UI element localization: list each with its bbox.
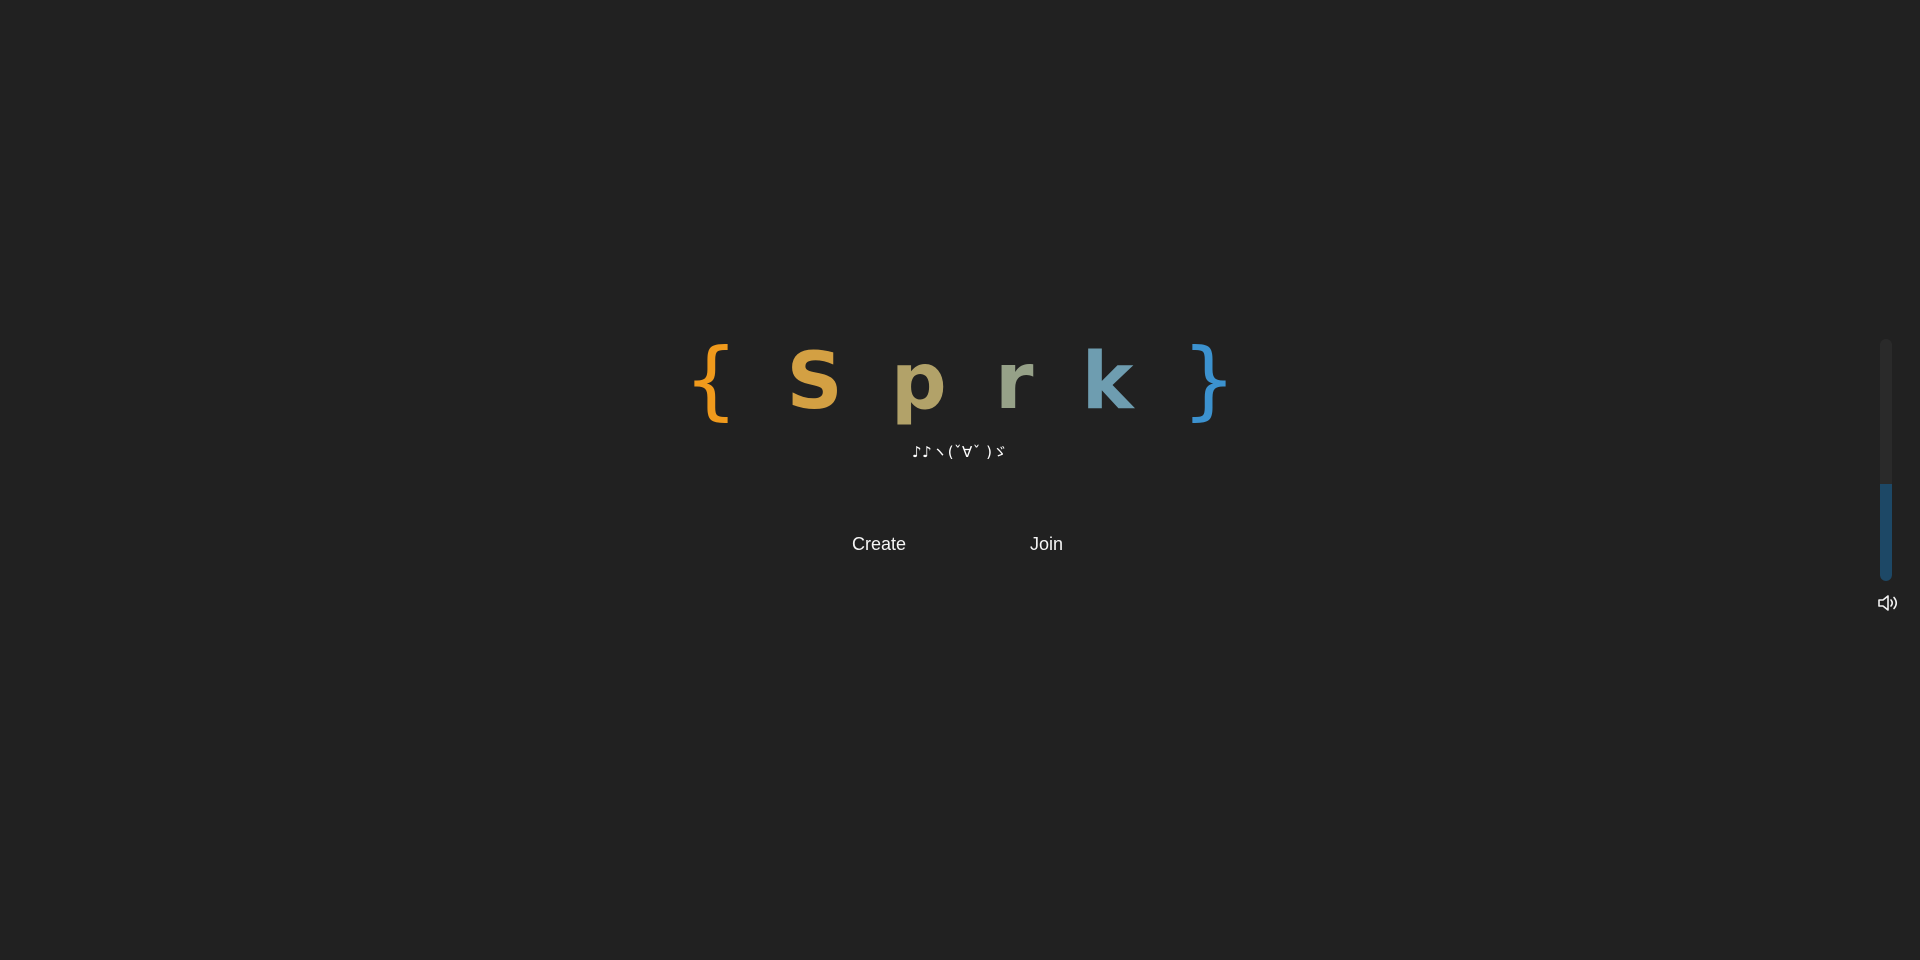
volume-control bbox=[1876, 337, 1898, 617]
create-button[interactable]: Create bbox=[846, 528, 912, 560]
brand-logo: { S p r k } bbox=[0, 332, 1920, 432]
join-button[interactable]: Join bbox=[1024, 528, 1069, 560]
kaomoji-subtitle: ♪♪ヽ(ˇ∀ˇ )ゞ bbox=[912, 443, 1008, 461]
brand-letter-k: k bbox=[1081, 337, 1134, 427]
brand-letter-r: r bbox=[994, 337, 1034, 427]
volume-slider[interactable] bbox=[1880, 339, 1892, 581]
action-buttons: Create Join bbox=[0, 528, 1920, 560]
volume-level-fill bbox=[1880, 484, 1892, 581]
brand-letter-p: p bbox=[890, 337, 947, 427]
brand-close-brace: } bbox=[1181, 330, 1237, 430]
brand-open-brace: { bbox=[683, 330, 739, 430]
brand-letter-s: S bbox=[786, 337, 843, 427]
volume-icon[interactable] bbox=[1876, 592, 1900, 614]
app-root: { S p r k } ♪♪ヽ(ˇ∀ˇ )ゞ Create Join bbox=[0, 0, 1920, 960]
